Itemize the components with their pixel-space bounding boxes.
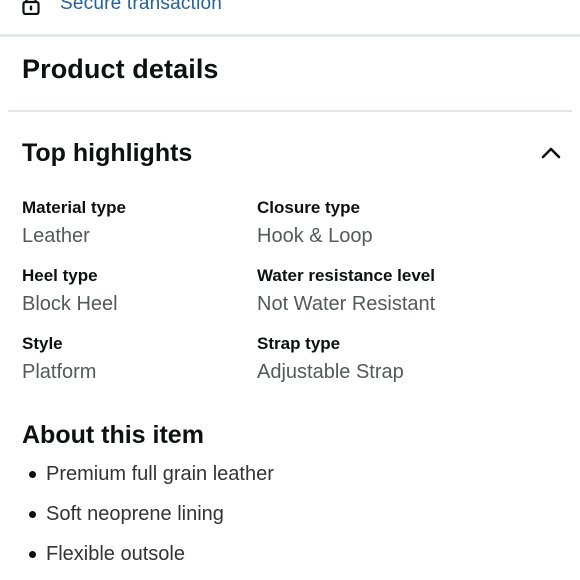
chevron-up-icon[interactable] bbox=[540, 142, 562, 164]
spec-value: Leather bbox=[22, 225, 90, 247]
lock-icon bbox=[22, 0, 40, 16]
product-details-page: Secure transaction Product details Top h… bbox=[0, 0, 580, 580]
spec-label: Style bbox=[22, 334, 63, 353]
spec-strap-type: Strap type Adjustable Strap bbox=[257, 334, 487, 385]
divider bbox=[8, 110, 572, 112]
spec-value: Not Water Resistant bbox=[257, 293, 436, 315]
list-item: Flexible outsole bbox=[22, 534, 274, 574]
spec-label: Closure type bbox=[257, 198, 360, 217]
spec-label: Heel type bbox=[22, 266, 98, 285]
spec-value: Hook & Loop bbox=[257, 225, 373, 247]
list-item: Soft neoprene lining bbox=[22, 494, 274, 534]
list-item-text: Flexible outsole bbox=[46, 542, 185, 565]
section-divider bbox=[0, 34, 580, 37]
spec-label: Strap type bbox=[257, 334, 341, 353]
spec-heel-type: Heel type Block Heel bbox=[22, 266, 252, 317]
top-highlights-title: Top highlights bbox=[22, 138, 193, 167]
list-item-text: Soft neoprene lining bbox=[46, 502, 224, 525]
spec-closure-type: Closure type Hook & Loop bbox=[257, 198, 487, 249]
spec-material-type: Material type Leather bbox=[22, 198, 252, 249]
product-details-title: Product details bbox=[22, 54, 219, 84]
top-highlights-toggle[interactable]: Top highlights bbox=[22, 136, 562, 170]
spec-value: Platform bbox=[22, 361, 97, 383]
spec-value: Block Heel bbox=[22, 293, 118, 315]
bullet-icon bbox=[29, 510, 36, 518]
about-this-item-list: Premium full grain leather Soft neoprene… bbox=[22, 454, 274, 574]
bullet-icon bbox=[29, 550, 36, 558]
list-item-text: Premium full grain leather bbox=[46, 462, 274, 485]
spec-style: Style Platform bbox=[22, 334, 252, 385]
list-item: Premium full grain leather bbox=[22, 454, 274, 494]
spec-water-resistance-level: Water resistance level Not Water Resista… bbox=[257, 266, 557, 317]
spec-label: Water resistance level bbox=[257, 266, 435, 285]
secure-transaction-link[interactable]: Secure transaction bbox=[60, 0, 222, 15]
about-this-item-title: About this item bbox=[22, 421, 204, 449]
bullet-icon bbox=[29, 470, 36, 478]
spec-label: Material type bbox=[22, 198, 126, 217]
secure-transaction-row[interactable]: Secure transaction bbox=[22, 0, 222, 17]
spec-value: Adjustable Strap bbox=[257, 361, 404, 383]
